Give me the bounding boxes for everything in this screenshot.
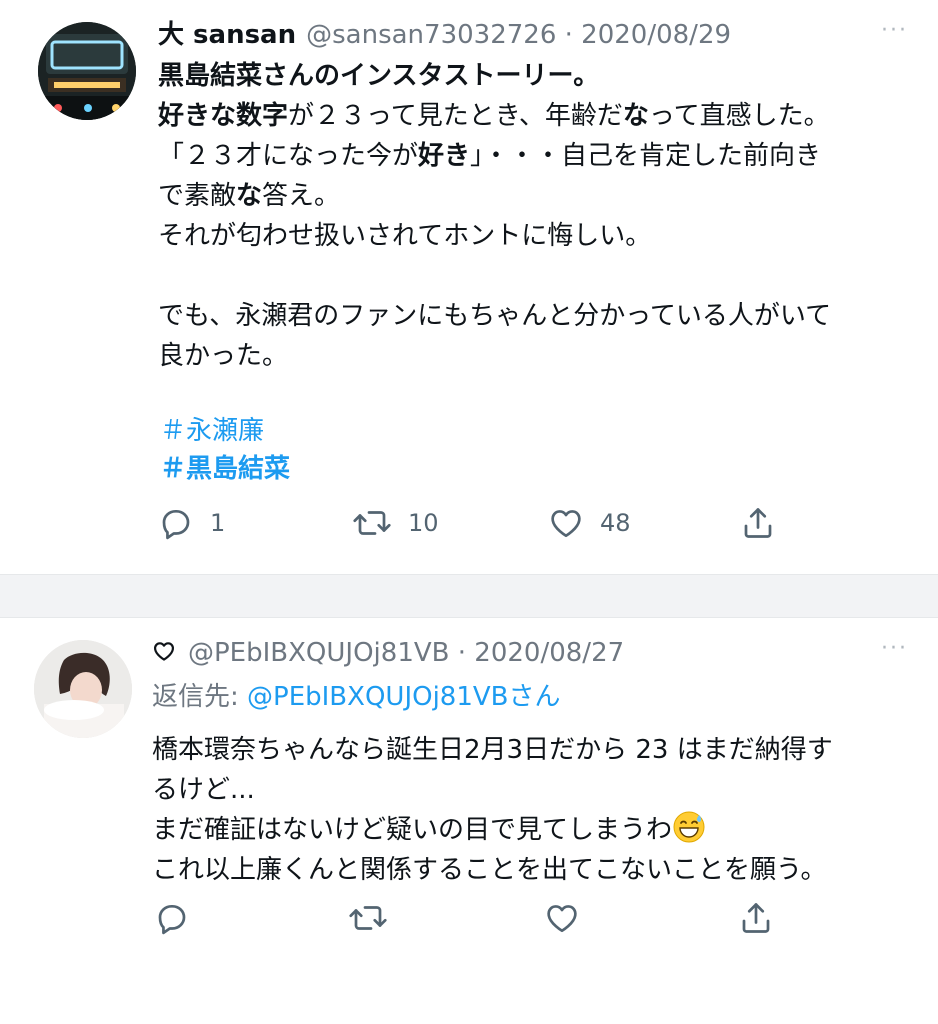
heart-outline-icon	[152, 638, 176, 672]
tweet-text: 黒島結菜さんのインスタストーリー。 好きな数字が２３って見たとき、年齢だなって直…	[158, 56, 831, 376]
reply-suffix: さん	[508, 682, 561, 712]
header-separator: ·	[457, 638, 467, 668]
avatar[interactable]	[38, 22, 136, 120]
tweet-header: 大 sansan @sansan73032726 · 2020/08/29	[158, 18, 731, 52]
hashtag-link[interactable]: ＃黒島結菜	[160, 450, 290, 488]
retweet-arrows-icon	[349, 906, 387, 930]
text-line: 黒島結菜さんのインスタストーリー。	[158, 56, 831, 96]
retweet-arrows-icon	[353, 511, 391, 535]
reply-handle-link[interactable]: @PEbIBXQUJOj81VB	[247, 682, 509, 712]
text-segment: な	[622, 101, 649, 131]
tweet-date[interactable]: 2020/08/29	[581, 20, 731, 50]
share-button[interactable]	[738, 900, 774, 936]
reply-button[interactable]	[154, 900, 190, 936]
more-options-icon[interactable]: ···	[881, 18, 908, 43]
text-line: るけど...	[152, 775, 255, 805]
text-segment: な	[236, 181, 263, 211]
tweet-date[interactable]: 2020/08/27	[474, 638, 624, 668]
reply-context: 返信先: @PEbIBXQUJOj81VBさん	[152, 678, 561, 716]
user-handle[interactable]: @sansan73032726	[306, 20, 556, 50]
user-handle[interactable]: @PEbIBXQUJOj81VB	[188, 638, 450, 668]
like-button[interactable]	[544, 900, 580, 936]
reply-count: 1	[210, 509, 226, 537]
text-segment: って直感した。	[648, 101, 830, 131]
reply-prefix: 返信先:	[152, 682, 248, 712]
text-segment: 答え。	[262, 181, 341, 211]
text-line: でも、永瀬君のファンにもちゃんと分かっている人がいて	[158, 301, 832, 331]
share-upload-icon	[742, 903, 770, 933]
hashtag-list: ＃永瀬廉 ＃黒島結菜	[160, 412, 290, 488]
text-segment: 好き	[418, 141, 471, 171]
retweet-count: 10	[408, 509, 439, 537]
avatar-image	[38, 22, 136, 120]
tweet-text: 橋本環奈ちゃんなら誕生日2月3日だから 23 はまだ納得す るけど... まだ確…	[152, 730, 833, 890]
text-line: 「２３才になった今が好き」・・・自己を肯定した前向き	[158, 136, 831, 176]
like-count: 48	[600, 509, 631, 537]
avatar[interactable]	[34, 640, 132, 738]
text-line: それが匂わせ扱いされてホントに悔しい。	[158, 221, 652, 251]
text-segment: が２３って見たとき、年齢だ	[288, 101, 623, 131]
text-line: まだ確証はないけど疑いの目で見てしまうわ	[152, 810, 833, 850]
text-line: 橋本環奈ちゃんなら誕生日2月3日だから 23 はまだ納得す	[152, 735, 833, 765]
text-line: これ以上廉くんと関係することを出てこないことを願う。	[152, 855, 827, 885]
grinning-sweat-emoji-icon	[672, 810, 706, 844]
text-line: 良かった。	[158, 341, 289, 371]
header-separator: ·	[564, 20, 573, 50]
reply-button[interactable]: 1	[158, 505, 225, 541]
more-options-icon[interactable]: ···	[881, 636, 908, 661]
hashtag-link[interactable]: ＃永瀬廉	[160, 412, 290, 450]
feed-divider	[0, 574, 938, 618]
tweet-header: @PEbIBXQUJOj81VB · 2020/08/27	[152, 636, 624, 672]
reply-bubble-icon	[158, 904, 186, 935]
tweet-actions: 1 10 48	[0, 505, 938, 549]
retweet-button[interactable]: 10	[352, 505, 439, 541]
reply-bubble-icon	[162, 509, 190, 540]
text-segment: 好きな数字	[158, 101, 289, 131]
text-segment: 「２３才になった今が	[158, 141, 419, 171]
heart-outline-icon	[551, 510, 581, 538]
like-button[interactable]: 48	[548, 505, 631, 541]
tweet-card[interactable]: 大 sansan @sansan73032726 · 2020/08/29 ···…	[0, 0, 938, 574]
share-button[interactable]	[740, 505, 776, 541]
text-segment: で素敵	[158, 181, 237, 211]
retweet-button[interactable]	[348, 900, 388, 936]
heart-outline-icon	[547, 905, 577, 933]
text-line: で素敵な答え。	[158, 176, 831, 216]
tweet-actions	[0, 900, 938, 944]
text-segment: まだ確証はないけど疑いの目で見てしまうわ	[152, 815, 673, 845]
text-segment: 黒島結菜さんのインスタストーリー。	[158, 61, 600, 91]
share-upload-icon	[744, 508, 772, 538]
avatar-image	[34, 640, 132, 738]
text-line: 好きな数字が２３って見たとき、年齢だなって直感した。	[158, 96, 831, 136]
display-name[interactable]: 大 sansan	[158, 20, 296, 50]
text-segment: 」・・・自己を肯定した前向き	[470, 141, 822, 171]
